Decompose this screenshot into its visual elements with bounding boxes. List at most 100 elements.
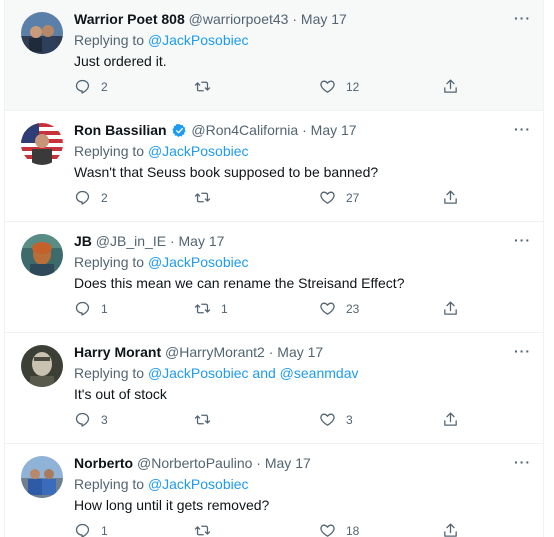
like-count: 12 <box>346 79 360 94</box>
more-options-icon[interactable]: ··· <box>514 232 531 248</box>
mention-link[interactable]: @JackPosobiec <box>148 476 249 492</box>
more-options-icon[interactable]: ··· <box>514 454 531 470</box>
share-button[interactable] <box>442 522 459 537</box>
retweet-count: 1 <box>221 301 228 316</box>
tweet-text: It's out of stock <box>74 386 167 402</box>
tweet-header: Warrior Poet 808 @warriorpoet43 · May 17 <box>74 10 347 28</box>
retweet-button[interactable] <box>194 411 221 428</box>
user-handle[interactable]: @warriorpoet43 <box>189 11 289 27</box>
retweet-icon <box>194 303 211 314</box>
retweet-button[interactable] <box>194 522 221 537</box>
tweet-actions: 1 1 23 <box>74 300 534 320</box>
tweet-harry-morant[interactable]: Harry Morant @HarryMorant2 · May 17 ··· … <box>5 333 543 444</box>
reply-button[interactable]: 1 <box>74 522 108 537</box>
avatar[interactable] <box>21 12 63 54</box>
avatar[interactable] <box>21 456 63 498</box>
reply-count: 1 <box>101 301 108 316</box>
reply-count: 1 <box>101 523 108 537</box>
replying-to-label: Replying to <box>74 476 145 492</box>
like-button[interactable]: 18 <box>319 522 359 537</box>
display-name[interactable]: Ron Bassilian <box>74 122 167 138</box>
retweet-icon <box>194 192 211 203</box>
mention-link[interactable]: @JackPosobiec <box>148 143 249 159</box>
tweet-date[interactable]: May 17 <box>277 344 323 360</box>
replying-to: Replying to @JackPosobiec <box>74 253 249 271</box>
separator-dot: · <box>268 344 274 360</box>
reply-icon <box>75 190 90 205</box>
replying-to: Replying to @JackPosobiec <box>74 31 249 49</box>
separator-dot: · <box>169 233 175 249</box>
replying-to-label: Replying to <box>74 32 145 48</box>
share-button[interactable] <box>442 300 459 317</box>
tweet-date[interactable]: May 17 <box>179 233 225 249</box>
tweet-norberto[interactable]: Norberto @NorbertoPaulino · May 17 ··· R… <box>5 444 543 537</box>
retweet-icon <box>194 81 211 92</box>
tweet-date[interactable]: May 17 <box>311 122 357 138</box>
reply-button[interactable]: 1 <box>74 300 108 317</box>
more-options-icon[interactable]: ··· <box>514 121 531 137</box>
tweet-actions: 2 12 <box>74 78 534 98</box>
mention-conjunction[interactable]: and <box>252 365 275 381</box>
retweet-button[interactable] <box>194 189 221 206</box>
reply-icon <box>75 301 90 316</box>
tweet-ron-bassilian[interactable]: Ron Bassilian @Ron4California · May 17 ·… <box>5 111 543 222</box>
tweet-header: JB @JB_in_IE · May 17 <box>74 232 224 250</box>
display-name[interactable]: Harry Morant <box>74 344 161 360</box>
separator-dot: · <box>256 455 261 471</box>
like-button[interactable]: 27 <box>319 189 359 206</box>
like-button[interactable]: 12 <box>319 78 359 95</box>
like-button[interactable]: 3 <box>319 411 353 428</box>
reply-button[interactable]: 2 <box>74 189 108 206</box>
reply-count: 3 <box>101 412 108 427</box>
tweet-date[interactable]: May 17 <box>265 455 311 471</box>
user-handle[interactable]: @HarryMorant2 <box>165 344 265 360</box>
share-button[interactable] <box>442 411 459 428</box>
user-handle[interactable]: @Ron4California <box>191 122 298 138</box>
avatar[interactable] <box>21 234 63 276</box>
separator-dot: · <box>302 122 307 138</box>
user-handle[interactable]: @JB_in_IE <box>96 233 166 249</box>
reply-button[interactable]: 3 <box>74 411 108 428</box>
separator-dot: · <box>292 11 298 27</box>
user-handle[interactable]: @NorbertoPaulino <box>137 455 252 471</box>
tweet-text: Just ordered it. <box>74 53 167 69</box>
more-options-icon[interactable]: ··· <box>514 10 531 26</box>
retweet-icon <box>194 525 211 536</box>
mention-link-2[interactable]: @seanmdav <box>280 365 359 381</box>
tweet-header: Norberto @NorbertoPaulino · May 17 <box>74 454 311 472</box>
more-options-icon[interactable]: ··· <box>514 343 531 359</box>
reply-count: 2 <box>101 79 108 94</box>
mention-link[interactable]: @JackPosobiec <box>148 32 249 48</box>
retweet-button[interactable]: 1 <box>194 300 228 317</box>
retweet-button[interactable] <box>194 78 221 95</box>
reply-count: 2 <box>101 190 108 205</box>
reply-icon <box>75 79 90 94</box>
share-icon <box>444 523 457 537</box>
share-button[interactable] <box>442 189 459 206</box>
avatar[interactable] <box>21 345 63 387</box>
reply-icon <box>75 412 90 427</box>
tweet-actions: 1 18 <box>74 522 534 537</box>
display-name[interactable]: Norberto <box>74 455 133 471</box>
tweet-text: How long until it gets removed? <box>74 497 270 513</box>
tweet-actions: 2 27 <box>74 189 534 209</box>
display-name[interactable]: Warrior Poet 808 <box>74 11 185 27</box>
heart-icon <box>320 413 335 426</box>
reply-button[interactable]: 2 <box>74 78 108 95</box>
replying-to: Replying to @JackPosobiec <box>74 475 249 493</box>
avatar[interactable] <box>21 123 63 165</box>
like-button[interactable]: 23 <box>319 300 359 317</box>
tweet-jb[interactable]: JB @JB_in_IE · May 17 ··· Replying to @J… <box>5 222 543 333</box>
verified-badge-icon <box>172 123 187 138</box>
like-count: 18 <box>346 523 360 537</box>
share-button[interactable] <box>442 78 459 95</box>
retweet-icon <box>194 414 211 425</box>
share-icon <box>444 412 457 426</box>
tweet-warrior-poet[interactable]: Warrior Poet 808 @warriorpoet43 · May 17… <box>5 0 543 111</box>
share-icon <box>444 301 457 315</box>
heart-icon <box>320 524 335 537</box>
mention-link[interactable]: @JackPosobiec <box>148 365 249 381</box>
tweet-date[interactable]: May 17 <box>301 11 347 27</box>
display-name[interactable]: JB <box>74 233 92 249</box>
mention-link[interactable]: @JackPosobiec <box>148 254 249 270</box>
